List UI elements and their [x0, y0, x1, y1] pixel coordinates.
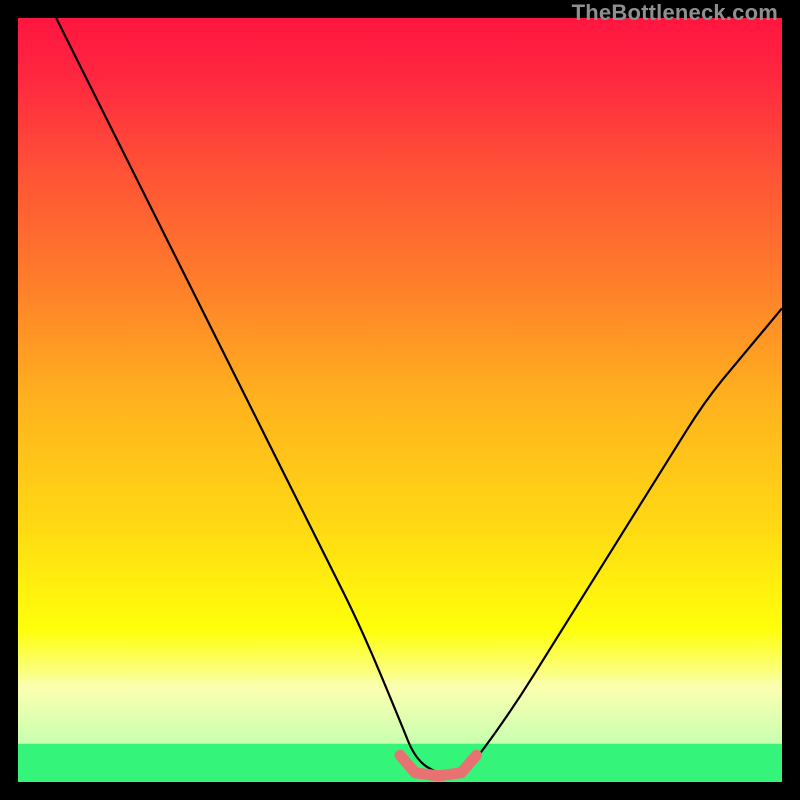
watermark-text: TheBottleneck.com [572, 0, 778, 26]
bottleneck-chart [18, 18, 782, 782]
gradient-background [18, 18, 782, 782]
chart-frame [18, 18, 782, 782]
yellow-band [18, 679, 782, 744]
